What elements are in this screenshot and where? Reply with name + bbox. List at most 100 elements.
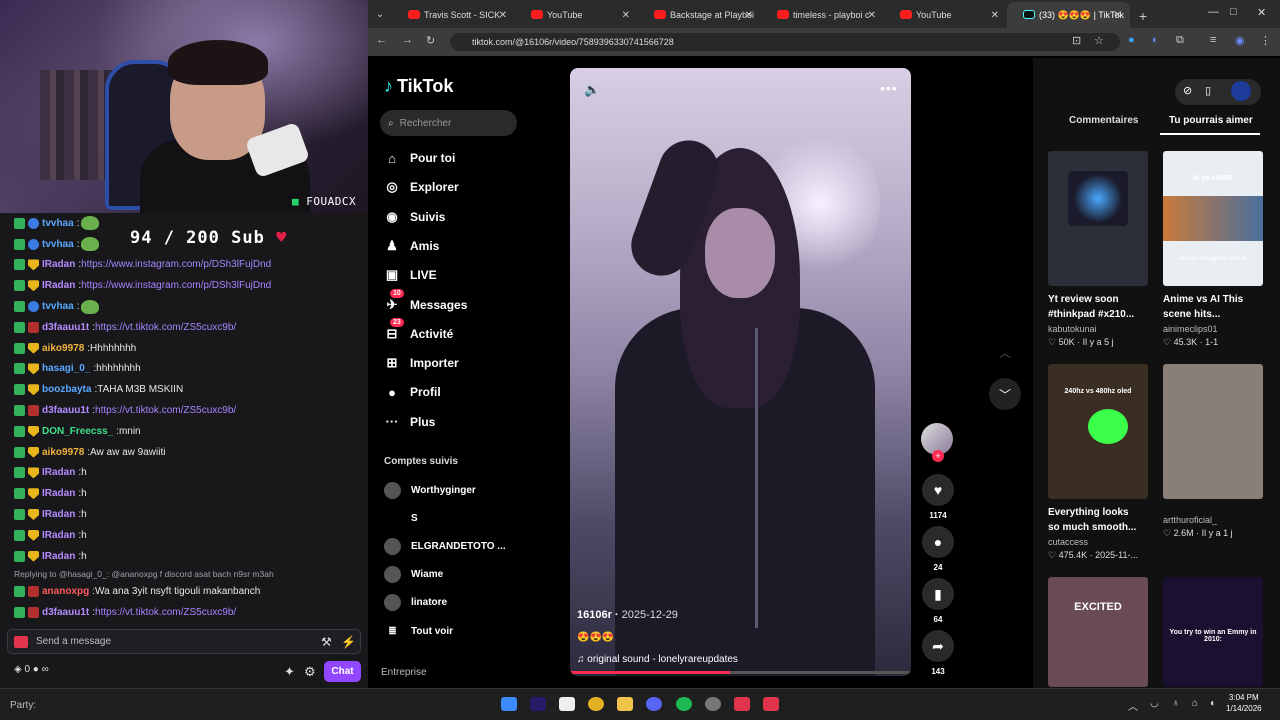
suggested-video-thumbnail[interactable] xyxy=(1048,151,1148,286)
suggested-video-thumbnail[interactable]: You try to win an Emmy in 2010: xyxy=(1163,577,1263,687)
chat-username[interactable]: IRadan xyxy=(42,467,75,478)
nav-item-profile[interactable]: ● Profil xyxy=(384,382,441,402)
suggested-video-thumbnail[interactable]: EXCITED xyxy=(1048,577,1148,687)
suggested-video-card[interactable]: Yt review soon #thinkpad #x210... kabutok… xyxy=(1048,151,1148,348)
chat-username[interactable]: d3faauu1t xyxy=(42,607,89,618)
chat-username[interactable]: IRadan xyxy=(42,488,75,499)
forward-icon[interactable]: → xyxy=(402,34,413,46)
chat-username[interactable]: tvvhaa xyxy=(42,301,74,312)
chat-link[interactable]: https://vt.tiktok.com/ZS5cuxc9b/ xyxy=(95,322,236,333)
chat-username[interactable]: IRadan xyxy=(42,509,75,520)
chat-input[interactable]: Send a message ⚒ ⚡ xyxy=(7,629,361,654)
nav-item-compass[interactable]: ◎ Explorer xyxy=(384,177,458,197)
chat-username[interactable]: aiko9978 xyxy=(42,343,84,354)
browser-tab[interactable]: timeless - playboi c ✕ xyxy=(761,2,884,28)
following-account[interactable]: S xyxy=(384,508,418,528)
suggested-video-author[interactable]: artthuroficial_ xyxy=(1163,515,1263,525)
chat-username[interactable]: boozbayta xyxy=(42,384,91,395)
suggested-video-author[interactable]: ainimeclips01 xyxy=(1163,324,1263,334)
browser-tab[interactable]: YouTube ✕ xyxy=(884,2,1007,28)
chat-username[interactable]: d3faauu1t xyxy=(42,322,89,333)
video-sound[interactable]: ♫ original sound - lonelyrareupdates xyxy=(577,654,738,665)
tab-comments[interactable]: Commentaires xyxy=(1069,115,1138,126)
nav-item-home[interactable]: ⌂ Pour toi xyxy=(384,148,455,168)
spotify-icon[interactable] xyxy=(676,697,692,711)
suggested-video-thumbnail[interactable]: AI vs ANIME Anime reimagined with AI xyxy=(1163,151,1263,286)
suggested-video-card[interactable]: You try to win an Emmy in 2010: xyxy=(1163,577,1263,687)
chat-send-button[interactable]: Chat xyxy=(324,661,361,682)
minimize-icon[interactable]: — xyxy=(1208,6,1219,18)
extension-icon[interactable]: ◗ xyxy=(1151,34,1158,46)
chrome-icon[interactable] xyxy=(588,697,604,711)
address-bar[interactable]: tiktok.com/@16106r/video/758939633074156… xyxy=(450,33,1120,51)
tab-close-icon[interactable]: ✕ xyxy=(499,10,507,21)
suggested-video-title[interactable]: Everything looks so much smooth... xyxy=(1048,505,1148,535)
chat-username[interactable]: DON_Freecss_ xyxy=(42,426,113,437)
app-icon[interactable] xyxy=(734,697,750,711)
following-account[interactable]: Worthyginger xyxy=(384,480,476,500)
maximize-icon[interactable]: □ xyxy=(1230,6,1237,18)
chat-username[interactable]: tvvhaa xyxy=(42,239,74,250)
profile-avatar-icon[interactable]: ◉ xyxy=(1235,34,1245,47)
chat-link[interactable]: https://www.instagram.com/p/DSh3lFujDnd xyxy=(81,280,271,291)
browser-tab[interactable]: Backstage at Playboi ✕ xyxy=(638,2,761,28)
steam-icon[interactable] xyxy=(705,697,721,711)
suggested-video-author[interactable]: cutaccess xyxy=(1048,537,1148,547)
system-clock[interactable]: 3:04 PM 1/14/2026 xyxy=(1226,692,1262,714)
app-icon[interactable] xyxy=(763,697,779,711)
browser-tab[interactable]: YouTube ✕ xyxy=(515,2,638,28)
network-icon[interactable]: ⌂ xyxy=(1192,698,1198,709)
more-options-icon[interactable]: ••• xyxy=(880,80,898,96)
chat-username[interactable]: d3faauu1t xyxy=(42,405,89,416)
new-tab-button[interactable]: + xyxy=(1130,8,1156,28)
media-icon[interactable]: ≡ xyxy=(1210,34,1216,46)
chat-username[interactable]: IRadan xyxy=(42,259,75,270)
tiktok-logo[interactable]: ♪ TikTok xyxy=(384,76,453,97)
next-video-button[interactable]: ﹀ xyxy=(989,378,1021,410)
chat-link[interactable]: https://vt.tiktok.com/ZS5cuxc9b/ xyxy=(95,607,236,618)
bits-icon[interactable]: ⚡ xyxy=(341,635,356,649)
start-icon[interactable] xyxy=(501,697,517,711)
video-author[interactable]: 16106r · 2025-12-29 xyxy=(577,609,678,621)
suggested-video-title[interactable]: Yt review soon #thinkpad #x210... xyxy=(1048,292,1148,322)
search-input[interactable]: ⌕ Rechercher xyxy=(380,110,517,136)
chat-username[interactable]: IRadan xyxy=(42,530,75,541)
suggested-video-card[interactable]: AI vs ANIME Anime reimagined with AI Anime… xyxy=(1163,151,1263,348)
nav-item-live[interactable]: ▣ LIVE xyxy=(384,265,437,285)
user-avatar[interactable] xyxy=(1231,81,1251,101)
suggested-video-thumbnail[interactable]: 240hz vs 480hz oled xyxy=(1048,364,1148,499)
nav-item-following[interactable]: ◉ Suivis xyxy=(384,207,445,227)
tab-close-icon[interactable]: ✕ xyxy=(991,10,999,21)
mic-icon[interactable]: ♁ xyxy=(1172,698,1180,709)
menu-icon[interactable]: ⋮ xyxy=(1260,34,1271,47)
share-button[interactable]: ➦ xyxy=(922,630,954,662)
suggested-video-card[interactable]: 240hz vs 480hz oled Everything looks so m… xyxy=(1048,364,1148,561)
capcut-icon[interactable] xyxy=(559,697,575,711)
following-account[interactable]: Wiame xyxy=(384,564,443,584)
headset-icon[interactable]: ◡ xyxy=(1150,698,1159,709)
nav-item-friends[interactable]: ♟ Amis xyxy=(384,236,439,256)
chat-username[interactable]: ananoxpg xyxy=(42,586,89,597)
chat-username[interactable]: hasagi_0_ xyxy=(42,363,90,374)
back-icon[interactable]: ← xyxy=(376,34,387,46)
close-icon[interactable]: ✕ xyxy=(1257,6,1266,19)
browser-tab[interactable]: Travis Scott - SICK ✕ xyxy=(392,2,515,28)
tab-close-icon[interactable]: ✕ xyxy=(745,10,753,21)
volume-icon[interactable]: ◖ xyxy=(1209,698,1215,709)
chat-username[interactable]: IRadan xyxy=(42,551,75,562)
nav-item-activity[interactable]: ⊟ 23 Activité xyxy=(384,317,453,344)
settings-icon[interactable]: ⚙ xyxy=(304,664,316,680)
suggested-video-card[interactable]: EXCITED xyxy=(1048,577,1148,687)
suggested-video-thumbnail[interactable] xyxy=(1163,364,1263,499)
rewards-icon[interactable]: ✦ xyxy=(284,664,295,680)
discord-icon[interactable] xyxy=(646,697,662,711)
extensions-icon[interactable]: ⧉ xyxy=(1176,34,1184,47)
tab-suggestions[interactable]: Tu pourrais aimer xyxy=(1169,115,1253,126)
chat-link[interactable]: https://www.instagram.com/p/DSh3lFujDnd xyxy=(81,259,271,270)
file-explorer-icon[interactable] xyxy=(617,697,633,711)
volume-icon[interactable]: 🔈 xyxy=(584,82,600,98)
suggested-video-title[interactable]: Anime vs AI This scene hits... xyxy=(1163,292,1263,322)
premiere-icon[interactable] xyxy=(530,697,546,711)
tray-chevron-icon[interactable]: ︿ xyxy=(1128,698,1138,713)
follow-plus-icon[interactable]: + xyxy=(932,450,944,462)
